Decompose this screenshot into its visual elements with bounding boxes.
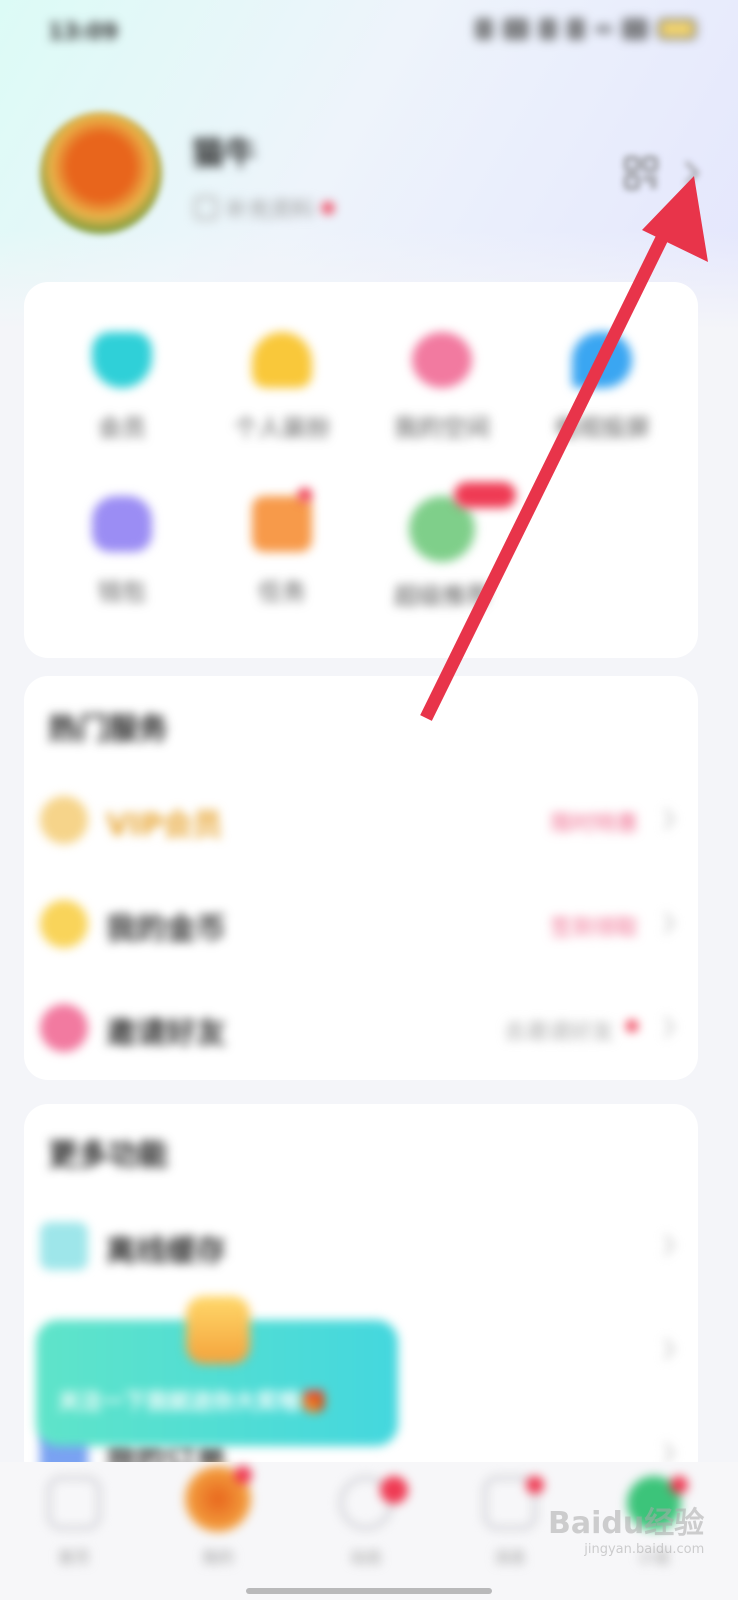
chevron-right-icon (663, 912, 675, 934)
profile-subtitle: 补充资料 (226, 198, 315, 223)
row-label: 离线缓存 (106, 1234, 226, 1269)
tab-label: 动态 (349, 1548, 382, 1567)
signal-label: 4G (595, 22, 612, 36)
row-coins[interactable]: 我的金币 签到领取 (24, 884, 698, 964)
coin-icon (40, 900, 88, 948)
watermark: Baidu经验 jingyan.baidu.com (548, 1498, 704, 1557)
grid-item-label: 会员 (98, 414, 146, 442)
eye-icon (572, 332, 632, 388)
profile-subtitle-row[interactable]: 补充资料 (194, 192, 335, 224)
app-icon (503, 18, 530, 40)
tab-feed[interactable]: 动态 (296, 1476, 436, 1568)
section-title: 热门服务 (48, 712, 168, 747)
row-label: VIP会员 (106, 808, 223, 843)
download-icon (40, 1222, 88, 1270)
row-offline-cache[interactable]: 离线缓存 (24, 1206, 698, 1286)
row-label: 邀请好友 (106, 1016, 226, 1051)
row-right-text: 签到领取 (549, 916, 638, 941)
tab-profile[interactable]: 我的 (148, 1466, 288, 1568)
crown-icon (40, 796, 88, 844)
red-dot-badge (626, 1020, 638, 1032)
status-bar: 13:09 4G (0, 0, 738, 64)
avatar[interactable] (40, 112, 162, 234)
section-title: 更多功能 (48, 1138, 168, 1173)
tab-label: 消息 (493, 1548, 526, 1567)
row-vip[interactable]: VIP会员 限时特惠 (24, 780, 698, 860)
tab-home[interactable]: 首页 (4, 1476, 144, 1568)
row-right-text: 限时特惠 (549, 812, 638, 837)
recommend-badge (454, 482, 516, 508)
grid-item-label: 钱包 (98, 578, 146, 606)
bulb-icon (252, 332, 312, 388)
grid-item-label: 个人装扮 (234, 414, 330, 442)
tab-badge (234, 1466, 252, 1484)
house-icon (412, 332, 472, 388)
grid-item-cast[interactable]: 电视投屏 (518, 332, 686, 443)
chevron-right-icon (663, 1016, 675, 1038)
grid-item-label: 超级推荐 (394, 582, 490, 610)
tab-badge (526, 1476, 544, 1494)
status-icons: 4G (475, 18, 696, 40)
grid-item-label: 我的空间 (394, 414, 490, 442)
gem-icon (92, 332, 152, 388)
watermark-sub: jingyan.baidu.com (584, 1542, 705, 1557)
grid-item-dressup[interactable]: 个人装扮 (198, 332, 366, 443)
chevron-right-icon (663, 1234, 675, 1256)
row-invite[interactable]: 邀请好友 去邀请好友 (24, 988, 698, 1068)
status-time: 13:09 (48, 20, 119, 45)
chevron-right-icon (663, 1338, 675, 1360)
sim-icon (567, 18, 586, 40)
quick-actions-card: 会员 个人装扮 我的空间 电视投屏 钱包 任务 超级推荐 (24, 282, 698, 658)
home-icon (47, 1476, 101, 1530)
task-badge (298, 488, 312, 502)
gift-icon (252, 496, 312, 552)
grid-item-wallet[interactable]: 钱包 (38, 496, 206, 607)
grid-item-task[interactable]: 任务 (198, 496, 366, 607)
row-label: 我的金币 (106, 912, 226, 947)
banner-text: 关注一下我就送你大奖哦🎁 (58, 1390, 328, 1415)
grid-item-space[interactable]: 我的空间 (358, 332, 526, 443)
alarm-icon (539, 18, 558, 40)
bag-icon (92, 496, 152, 552)
watermark-main: Baidu经验 (548, 1506, 705, 1541)
edit-profile-icon (194, 196, 218, 220)
mascot-icon[interactable] (186, 1296, 250, 1364)
friends-icon (40, 1004, 88, 1052)
grid-item-label: 电视投屏 (554, 414, 650, 442)
grid-item-member[interactable]: 会员 (38, 332, 206, 443)
grid-item-recommend[interactable]: 超级推荐 (358, 496, 526, 611)
username[interactable]: 猫牛 (192, 128, 256, 174)
notification-icon (475, 18, 494, 40)
tab-label: 我的 (201, 1548, 234, 1567)
signal-icon (622, 18, 648, 40)
red-dot-badge (322, 202, 335, 214)
battery-icon (658, 19, 696, 39)
hot-services-card: 热门服务 VIP会员 限时特惠 我的金币 签到领取 邀请好友 去邀请好友 (24, 676, 698, 1080)
qr-code-icon[interactable] (624, 156, 658, 190)
grid-item-label: 任务 (258, 578, 306, 606)
tab-label: 首页 (57, 1548, 90, 1567)
home-indicator (246, 1588, 492, 1594)
chevron-right-icon[interactable] (682, 160, 702, 186)
tab-badge (380, 1476, 408, 1504)
chevron-right-icon (663, 808, 675, 830)
tab-badge (670, 1476, 688, 1494)
row-right-text: 去邀请好友 (503, 1020, 614, 1045)
